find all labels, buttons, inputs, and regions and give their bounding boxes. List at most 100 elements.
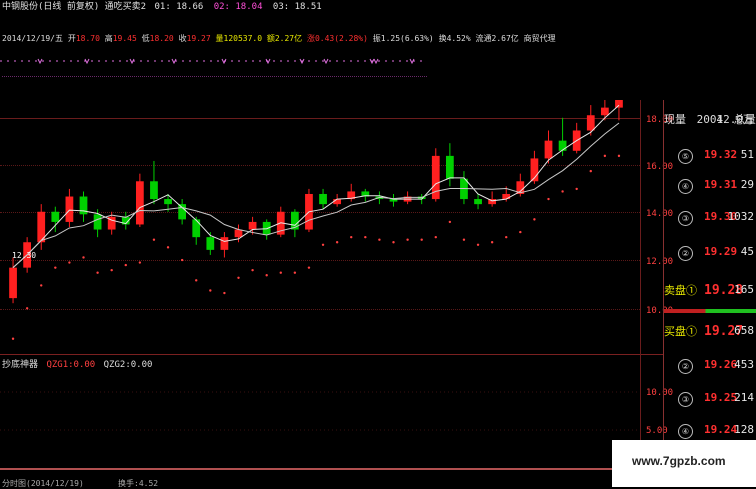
candle-body bbox=[502, 193, 511, 200]
stop-dot bbox=[617, 154, 621, 158]
ask-one-label: 卖盘① bbox=[664, 284, 697, 297]
bid-level-badge: ② bbox=[678, 359, 693, 374]
stop-dot bbox=[392, 241, 395, 244]
stop-dot bbox=[490, 241, 494, 244]
bid-level-badge: ③ bbox=[678, 392, 693, 407]
high-value: 19.45 bbox=[112, 34, 137, 43]
ask-price: 19.31 bbox=[704, 178, 738, 191]
ask-volume: 1032 bbox=[727, 210, 755, 223]
stop-dot bbox=[68, 261, 71, 264]
ask-row-2[interactable]: ② 19.29 45 bbox=[664, 243, 756, 265]
qzg2-value: 0.00 bbox=[130, 360, 153, 370]
stop-dot bbox=[293, 271, 297, 274]
bid-row-1[interactable]: 买盘① 19.27 658 bbox=[664, 322, 756, 344]
bar-date: 2014/12/19/五 bbox=[2, 34, 63, 43]
stop-dot bbox=[138, 261, 142, 264]
bottom-status-mid: 换手:4.52 bbox=[118, 479, 159, 488]
stop-dot bbox=[223, 291, 226, 295]
candle-body bbox=[586, 115, 595, 131]
amount-value: 额2.27亿 bbox=[266, 34, 303, 43]
candle-body bbox=[234, 229, 243, 238]
industry-label: 商贸代理 bbox=[523, 34, 556, 43]
candle-body bbox=[206, 237, 215, 250]
moving-average-line bbox=[12, 122, 620, 268]
ask-volume: 29 bbox=[740, 178, 754, 191]
candle-body bbox=[135, 181, 144, 225]
bottom-divider bbox=[0, 468, 612, 470]
ask-level-badge: ⑤ bbox=[678, 149, 693, 164]
bid-row-2[interactable]: ② 19.26 453 bbox=[664, 356, 756, 378]
stop-dot bbox=[533, 218, 536, 221]
candle-body bbox=[445, 155, 454, 179]
candle-body bbox=[164, 199, 172, 205]
bid-level-badge: ④ bbox=[678, 424, 693, 439]
bid-volume: 658 bbox=[734, 324, 754, 337]
ask-level-badge: ③ bbox=[678, 211, 693, 226]
close-label: 收 bbox=[178, 34, 187, 43]
stop-dot bbox=[448, 220, 452, 224]
watermark-text: www.7gpzb.com bbox=[632, 454, 726, 468]
low-label: 低 bbox=[141, 34, 150, 43]
stop-dot bbox=[462, 238, 466, 241]
total-volume-value: 12.0万 bbox=[716, 113, 755, 126]
stop-dot bbox=[279, 271, 282, 274]
current-volume-label: 现量 bbox=[664, 113, 686, 126]
stop-dot bbox=[237, 276, 240, 279]
turnover-value: 换4.52% bbox=[438, 34, 471, 43]
change-value: 涨0.43(2.28%) bbox=[306, 34, 368, 43]
ask-row-5[interactable]: ⑤ 19.32 51 bbox=[664, 146, 756, 168]
stop-dot bbox=[166, 246, 170, 249]
stop-dot bbox=[335, 241, 339, 244]
candle-body bbox=[150, 181, 158, 200]
stop-dot bbox=[575, 187, 578, 191]
stop-dot bbox=[124, 263, 127, 267]
sub-indicator-chart[interactable] bbox=[0, 372, 640, 462]
stop-dot bbox=[40, 284, 43, 287]
candle-body bbox=[51, 211, 60, 222]
ask-volume: 165 bbox=[734, 283, 754, 296]
stop-dot bbox=[603, 154, 607, 158]
indicator-value-2: 02: 18.04 bbox=[213, 2, 263, 12]
ask-level-badge: ④ bbox=[678, 179, 693, 194]
candle-body bbox=[248, 221, 257, 230]
candle-body bbox=[319, 193, 327, 205]
candle-body bbox=[220, 237, 229, 250]
bid-row-3[interactable]: ③ 19.25 214 bbox=[664, 389, 756, 411]
open-label: 开 bbox=[67, 34, 76, 43]
close-value: 19.27 bbox=[186, 34, 211, 43]
candle-body bbox=[192, 219, 201, 238]
stop-dot bbox=[195, 279, 198, 282]
ask-price: 19.32 bbox=[704, 148, 738, 161]
stop-dot bbox=[364, 235, 367, 239]
stock-title: 中钢股份(日线 前复权) 通吃买卖2 bbox=[2, 2, 147, 12]
stop-dot bbox=[265, 274, 268, 277]
candle-body bbox=[615, 100, 623, 108]
stop-dot bbox=[519, 230, 522, 234]
stop-dot bbox=[350, 235, 353, 239]
price-axis-line bbox=[640, 100, 641, 470]
chart-title-line: 中钢股份(日线 前复权) 通吃买卖2 01: 18.66 02: 18.04 0… bbox=[2, 2, 322, 13]
spread-divider bbox=[664, 309, 756, 313]
bottom-status-left[interactable]: 分时图(2014/12/19) bbox=[2, 478, 84, 489]
stop-dot bbox=[505, 235, 508, 239]
bid-volume: 214 bbox=[734, 391, 754, 404]
candlestick-chart[interactable] bbox=[0, 100, 640, 354]
stop-dot bbox=[180, 258, 184, 262]
ask-row-1[interactable]: 卖盘① 19.28 165 bbox=[664, 281, 756, 303]
stop-dot bbox=[152, 238, 156, 241]
ask-row-3[interactable]: ③ 19.30 1032 bbox=[664, 208, 756, 230]
bid-volume: 453 bbox=[734, 358, 754, 371]
candle-body bbox=[558, 140, 567, 151]
ask-row-4[interactable]: ④ 19.31 29 bbox=[664, 176, 756, 198]
candle-body bbox=[544, 140, 553, 159]
stop-dot bbox=[420, 238, 423, 241]
bid-price: 19.26 bbox=[704, 358, 738, 371]
candle-body bbox=[178, 204, 187, 220]
stop-dot bbox=[406, 238, 409, 241]
candle-body bbox=[474, 199, 482, 205]
stop-dot bbox=[307, 266, 311, 269]
volume-value: 量120537.0 bbox=[215, 34, 263, 43]
ohlc-info-line: 2014/12/19/五 开18.70 高19.45 低18.20 收19.27… bbox=[2, 33, 556, 44]
stop-dot bbox=[547, 197, 550, 201]
qzg2-label: QZG2: bbox=[103, 360, 131, 370]
